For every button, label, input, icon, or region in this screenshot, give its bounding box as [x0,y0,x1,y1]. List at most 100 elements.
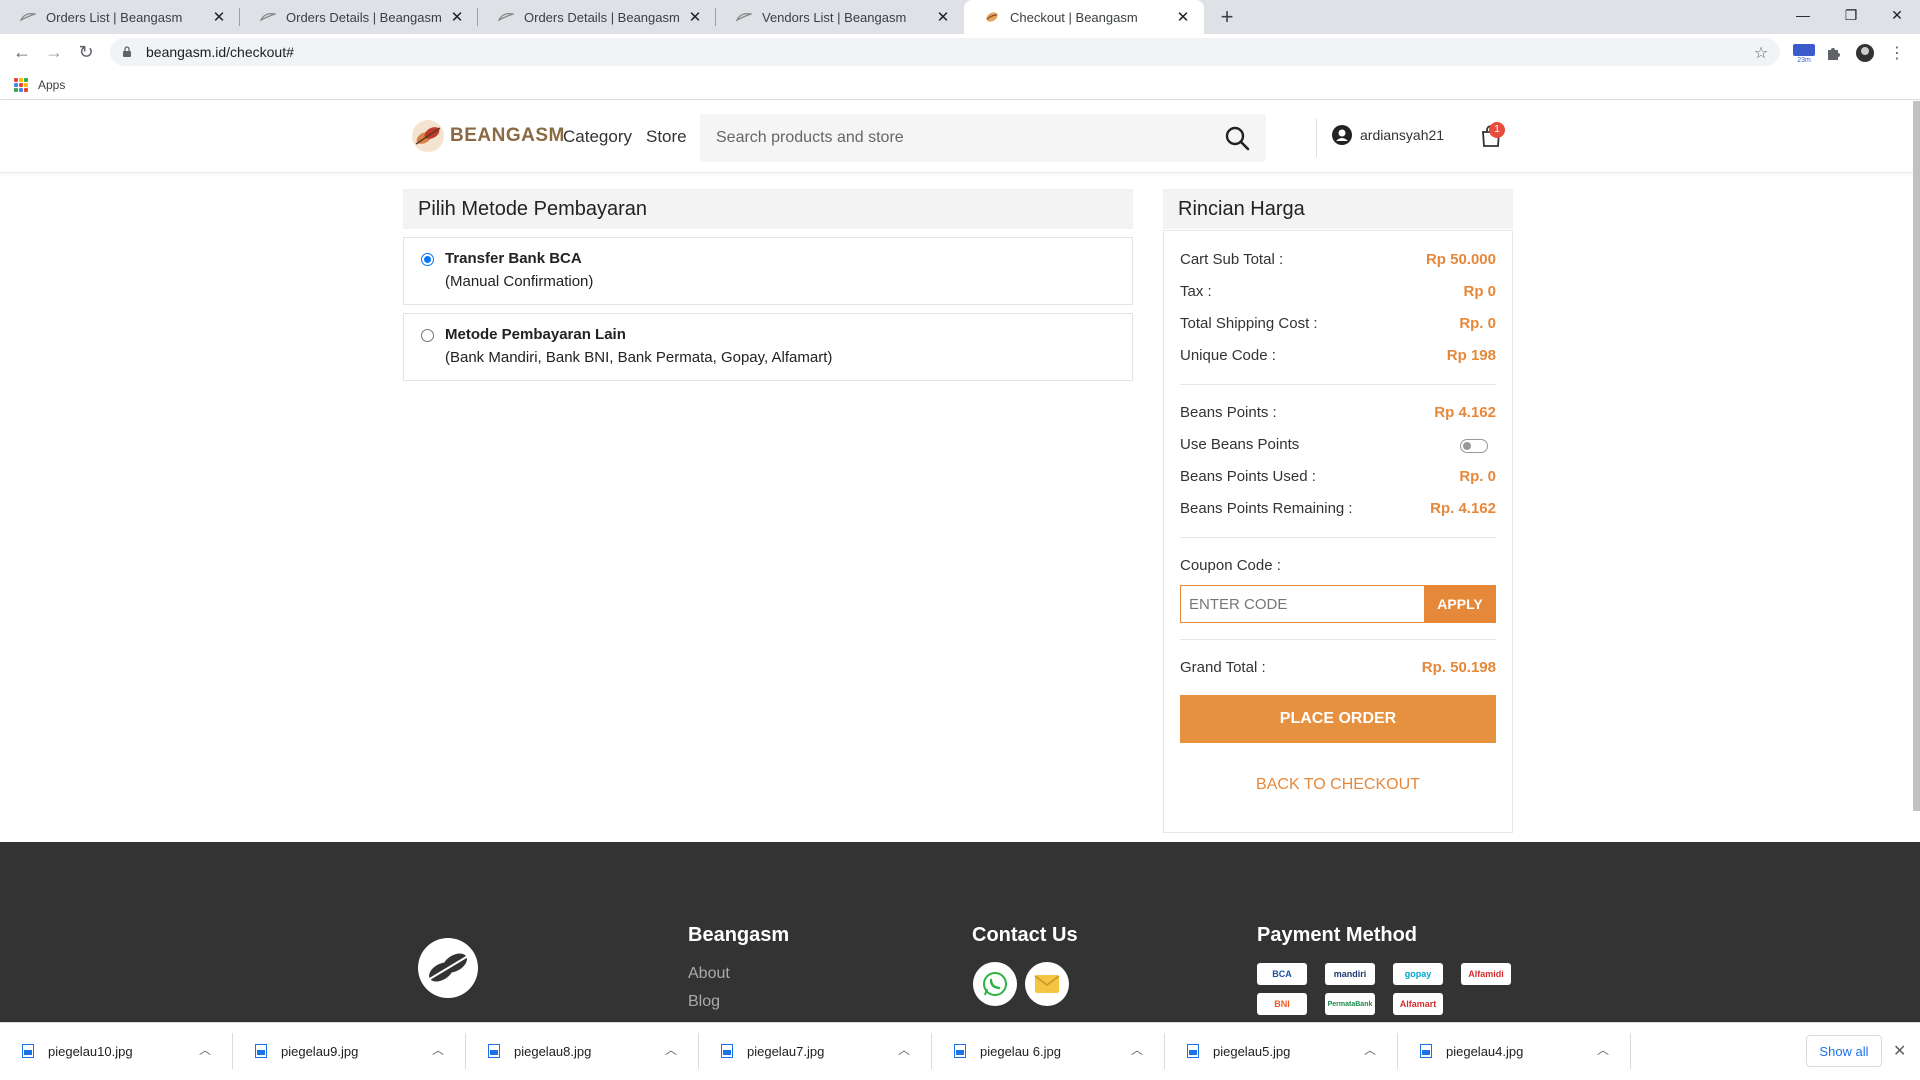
download-item[interactable]: piegelau8.jpg ︿ [466,1023,699,1079]
label: Coupon Code : [1180,557,1281,574]
bni-logo: BNI [1257,993,1307,1015]
tab-title: Vendors List | Beangasm [762,9,907,25]
chevron-up-icon[interactable]: ︿ [432,1041,444,1058]
image-file-icon [1420,1044,1432,1058]
label: Beans Points : [1180,404,1277,421]
beangasm-favicon-icon [736,9,752,25]
user-menu[interactable]: ardiansyah21 [1332,125,1444,145]
value: Rp 50.000 [1425,251,1496,268]
close-icon[interactable]: ✕ [934,8,952,26]
label: Use Beans Points [1180,436,1300,453]
email-icon[interactable] [1025,962,1069,1006]
use-beans-toggle[interactable] [1460,439,1488,453]
value: Rp 198 [1446,347,1496,364]
place-order-button[interactable]: PLACE ORDER [1180,695,1496,743]
tab-checkout[interactable]: Checkout | Beangasm ✕ [964,0,1204,34]
apps-grid-icon[interactable] [14,77,28,92]
close-icon[interactable]: ✕ [448,8,466,26]
tab-orders-details-2[interactable]: Orders Details | Beangasm ✕ [478,0,716,34]
mandiri-logo: mandiri [1325,963,1375,985]
divider [1180,384,1496,385]
shelf-divider [1630,1033,1631,1069]
tab-orders-list[interactable]: Orders List | Beangasm ✕ [0,0,240,34]
download-item[interactable]: piegelau5.jpg ︿ [1165,1023,1398,1079]
value: Rp. 50.198 [1421,659,1496,676]
address-bar[interactable]: beangasm.id/checkout# [110,38,1780,66]
download-item[interactable]: piegelau4.jpg ︿ [1398,1023,1631,1079]
download-filename: piegelau5.jpg [1213,1043,1291,1059]
label: Total Shipping Cost : [1180,315,1318,332]
apply-button[interactable]: APPLY [1424,585,1496,623]
tab-title: Orders Details | Beangasm [524,9,680,25]
chevron-up-icon[interactable]: ︿ [199,1041,211,1058]
page-scrollbar[interactable] [1913,101,1920,811]
menu-kebab-icon[interactable]: ⋮ [1886,42,1908,64]
value: Rp. 4.162 [1430,500,1496,517]
search-bar [700,114,1266,162]
username: ardiansyah21 [1360,127,1445,143]
restore-icon[interactable]: ❐ [1828,0,1874,30]
close-icon[interactable]: ✕ [1174,8,1192,26]
chevron-up-icon[interactable]: ︿ [1597,1041,1609,1058]
back-to-checkout-link[interactable]: BACK TO CHECKOUT [1180,776,1496,794]
bookmark-star-icon[interactable]: ☆ [1750,42,1772,64]
chevron-up-icon[interactable]: ︿ [1364,1041,1376,1058]
payment-option-other[interactable]: Metode Pembayaran Lain (Bank Mandiri, Ba… [403,313,1133,381]
tab-orders-details-1[interactable]: Orders Details | Beangasm ✕ [240,0,478,34]
tab-title: Orders List | Beangasm [46,9,183,25]
minimize-icon[interactable]: — [1780,0,1826,30]
site-logo[interactable]: BEANGASM [410,118,565,154]
extension-timer-icon[interactable]: 23m [1790,42,1818,64]
apps-bookmark[interactable]: Apps [38,78,65,92]
close-icon[interactable]: ✕ [210,8,228,26]
tab-vendors-list[interactable]: Vendors List | Beangasm ✕ [716,0,964,34]
row-tax: Tax : Rp 0 [1180,283,1496,300]
divider [1180,537,1496,538]
coupon-input[interactable] [1180,585,1424,623]
nav-category[interactable]: Category [563,127,632,147]
close-shelf-icon[interactable]: ✕ [1893,1041,1906,1061]
close-icon[interactable]: ✕ [686,8,704,26]
tab-strip: Orders List | Beangasm ✕ Orders Details … [0,0,1920,34]
search-input[interactable] [716,129,1216,147]
label: Unique Code : [1180,347,1276,364]
chevron-up-icon[interactable]: ︿ [665,1041,677,1058]
download-item[interactable]: piegelau7.jpg ︿ [699,1023,932,1079]
label: Grand Total : [1180,659,1266,676]
whatsapp-icon[interactable] [973,962,1017,1006]
bca-logo: BCA [1257,963,1307,985]
user-circle-icon [1332,125,1352,145]
value: Rp 4.162 [1434,404,1496,421]
label: Tax : [1180,283,1212,300]
extensions-puzzle-icon[interactable] [1822,42,1844,64]
image-file-icon [721,1044,733,1058]
payment-title: Pilih Metode Pembayaran [403,189,1133,229]
forward-arrow-icon[interactable]: → [42,40,66,64]
footer-link-about[interactable]: About [688,965,730,983]
back-arrow-icon[interactable]: ← [10,40,34,64]
beangasm-favicon-icon [984,9,1000,25]
download-item[interactable]: piegelau9.jpg ︿ [233,1023,466,1079]
new-tab-plus-icon[interactable]: + [1216,6,1238,28]
label: Beans Points Remaining : [1180,500,1353,517]
image-file-icon [255,1044,267,1058]
row-beans-remaining: Beans Points Remaining : Rp. 4.162 [1180,500,1496,517]
beangasm-favicon-icon [498,9,514,25]
download-filename: piegelau 6.jpg [980,1043,1061,1059]
payment-option-desc: (Bank Mandiri, Bank BNI, Bank Permata, G… [445,349,833,366]
radio-bca[interactable] [421,253,434,266]
download-item[interactable]: piegelau 6.jpg ︿ [932,1023,1165,1079]
site-header: BEANGASM Category Store ardiansyah21 [0,101,1920,173]
reload-icon[interactable]: ↻ [74,40,98,64]
radio-other[interactable] [421,329,434,342]
chevron-up-icon[interactable]: ︿ [898,1041,910,1058]
chevron-up-icon[interactable]: ︿ [1131,1041,1143,1058]
window-close-icon[interactable]: ✕ [1874,0,1920,30]
nav-store[interactable]: Store [646,127,687,147]
show-all-button[interactable]: Show all [1806,1035,1882,1067]
payment-option-bca[interactable]: Transfer Bank BCA (Manual Confirmation) [403,237,1133,305]
profile-avatar-icon[interactable] [1854,42,1876,64]
download-item[interactable]: piegelau10.jpg ︿ [0,1023,233,1079]
footer-link-blog[interactable]: Blog [688,993,720,1011]
search-icon[interactable] [1224,125,1250,151]
